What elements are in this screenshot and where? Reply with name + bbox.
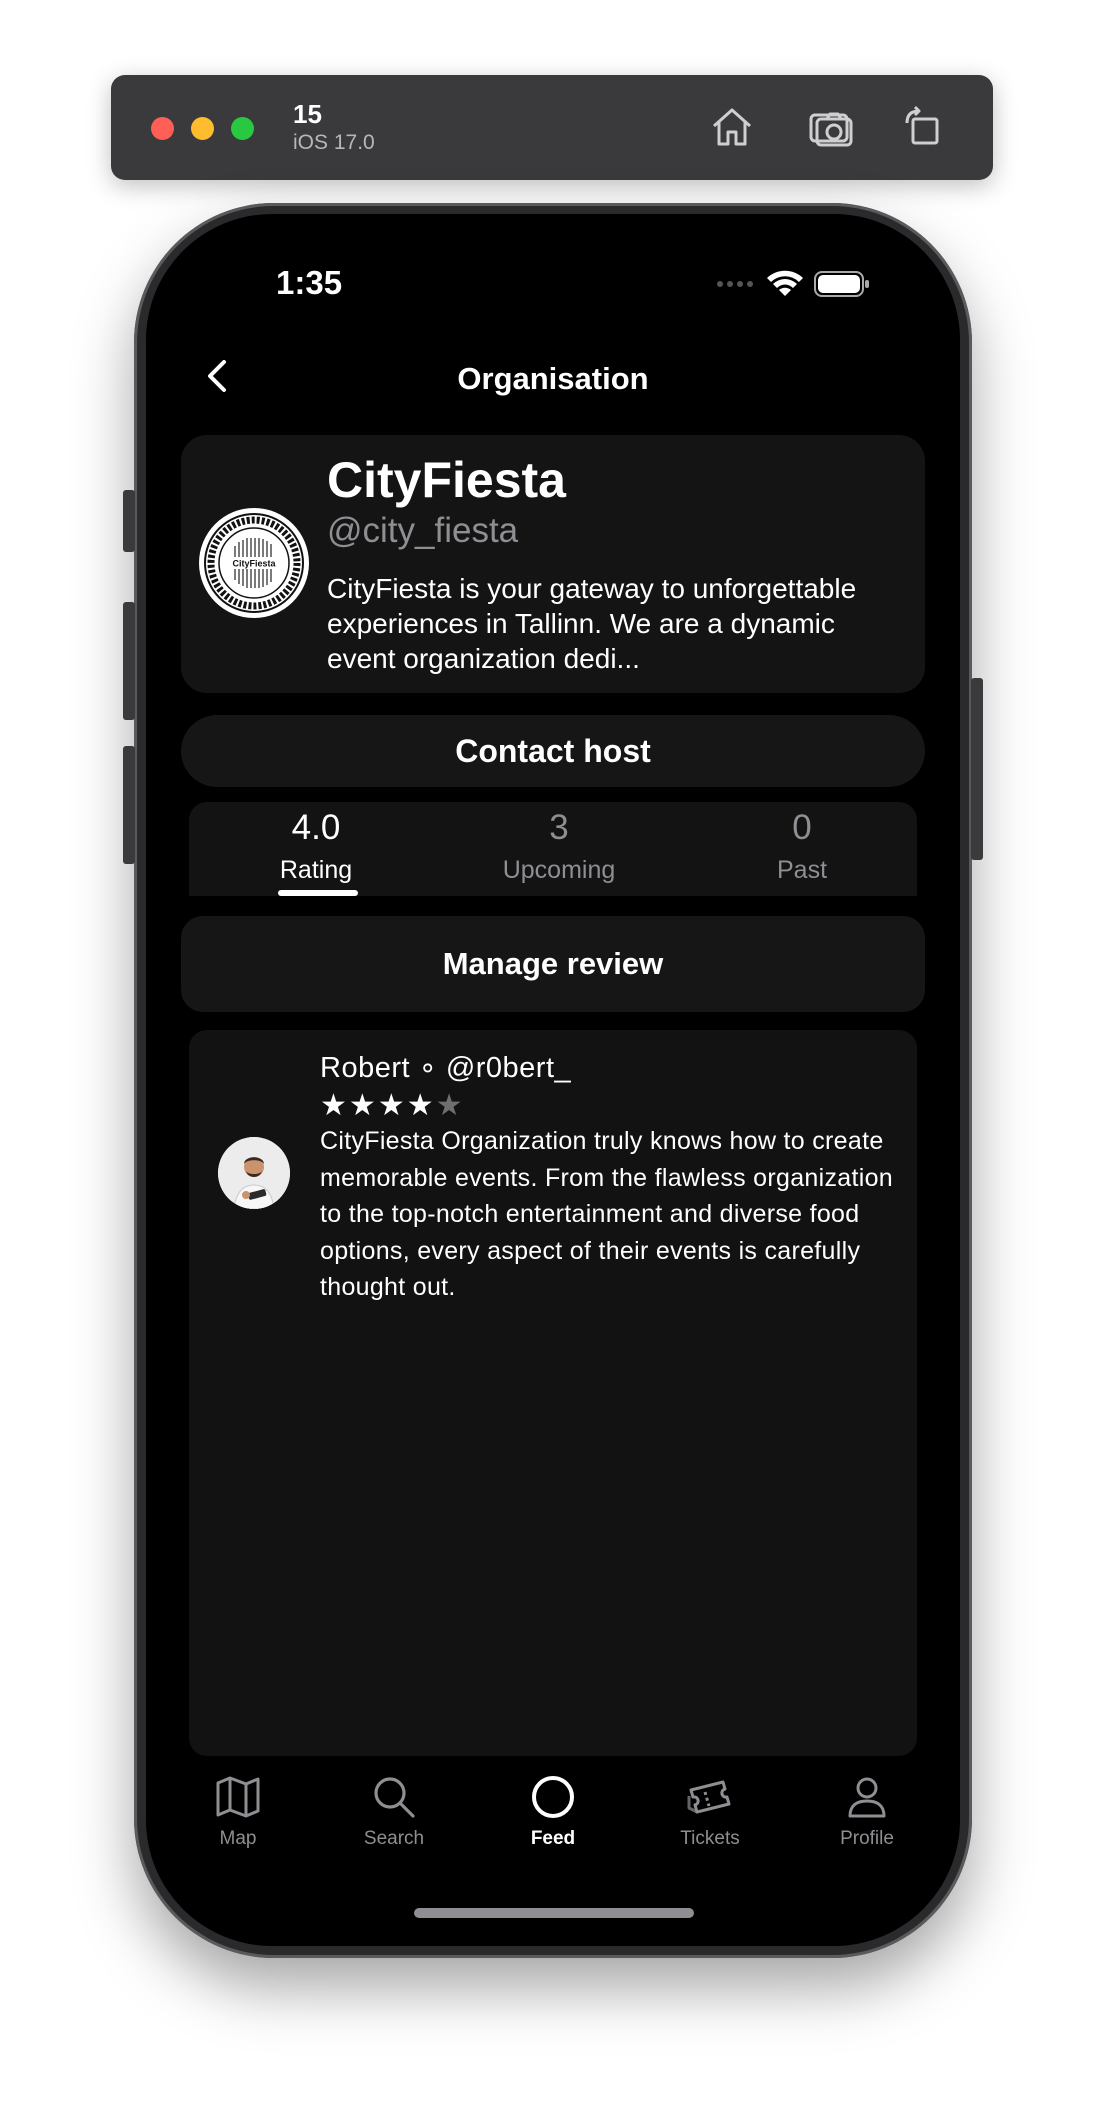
upcoming-count: 3: [549, 808, 569, 847]
separator-dot: ∘: [418, 1052, 438, 1084]
cellular-signal-icon: [717, 281, 753, 287]
organisation-description[interactable]: CityFiesta is your gateway to unforgetta…: [327, 571, 897, 676]
battery-icon: [814, 271, 869, 297]
star-filled-icon: ★: [320, 1089, 347, 1122]
reviews-list: Robert ∘ @r0bert_ ★ ★ ★ ★ ★ CityFiesta Organ…: [189, 1030, 917, 1756]
star-filled-icon: ★: [377, 1089, 405, 1122]
volume-up-button: [123, 602, 135, 720]
tab-bar-map[interactable]: Map: [178, 1772, 298, 1850]
contact-host-button[interactable]: Contact host: [181, 715, 925, 787]
tab-bar-profile[interactable]: Profile: [807, 1772, 927, 1850]
tab-bar-map-label: Map: [219, 1828, 257, 1849]
home-indicator[interactable]: [414, 1908, 694, 1918]
search-icon: [374, 1777, 415, 1818]
status-icons: [716, 270, 870, 298]
active-tab-indicator: [278, 890, 358, 896]
past-label: Past: [776, 856, 828, 884]
tab-upcoming[interactable]: 3 Upcoming: [459, 802, 659, 896]
reviewer-avatar[interactable]: [218, 1137, 290, 1209]
feed-icon: [532, 1776, 574, 1818]
zoom-window-button[interactable]: [231, 117, 254, 140]
star-filled-icon: ★: [348, 1089, 376, 1122]
tickets-icon: [687, 1780, 731, 1814]
rating-label: Rating: [279, 856, 353, 884]
manage-review-button[interactable]: Manage review: [181, 916, 925, 1012]
tab-bar-feed[interactable]: Feed: [493, 1772, 613, 1850]
screenshot-icon[interactable]: [805, 101, 857, 153]
organisation-logo-text: CityFiesta: [232, 559, 276, 569]
rotate-icon[interactable]: [897, 101, 949, 153]
rating-value: 4.0: [291, 808, 341, 847]
simulator-toolbar: 15 iOS 17.0: [111, 75, 993, 180]
review-rating-stars: ★ ★ ★ ★ ★: [320, 1091, 463, 1121]
phone-screen: 1:35 Organisation CityFiesta CityFiesta …: [146, 214, 960, 1946]
organisation-name: CityFiesta: [327, 452, 566, 508]
organisation-logo: CityFiesta: [199, 508, 309, 618]
review-text: CityFiesta Organization truly knows how …: [320, 1127, 893, 1301]
tab-rating[interactable]: 4.0 Rating: [216, 802, 416, 896]
home-icon[interactable]: [706, 101, 758, 153]
close-window-button[interactable]: [151, 117, 174, 140]
simulator-os-version: iOS 17.0: [293, 131, 375, 154]
review-header: Robert ∘ @r0bert_: [320, 1050, 571, 1085]
page-title: Organisation: [457, 361, 649, 396]
tab-bar-search[interactable]: Search: [334, 1772, 454, 1850]
power-button: [971, 678, 983, 860]
bottom-tab-bar: Map Search Feed Tickets Profile: [146, 1772, 960, 1882]
tab-bar-profile-label: Profile: [840, 1828, 894, 1849]
profile-icon: [848, 1777, 886, 1818]
reviewer-name[interactable]: Robert: [320, 1052, 410, 1084]
tab-bar-tickets[interactable]: Tickets: [650, 1772, 770, 1850]
silent-switch: [123, 490, 135, 552]
tab-bar-search-label: Search: [363, 1828, 425, 1849]
wifi-icon: [767, 270, 803, 296]
simulator-device-name: 15: [293, 99, 322, 129]
tab-bar-tickets-label: Tickets: [680, 1828, 740, 1849]
tab-past[interactable]: 0 Past: [702, 802, 902, 896]
reviewer-handle[interactable]: @r0bert_: [446, 1052, 571, 1084]
volume-down-button: [123, 746, 135, 864]
organisation-handle: @city_fiesta: [327, 511, 519, 550]
minimize-window-button[interactable]: [191, 117, 214, 140]
upcoming-label: Upcoming: [502, 856, 616, 884]
map-icon: [216, 1776, 260, 1818]
star-empty-icon: ★: [435, 1089, 463, 1122]
stats-tabs: 4.0 Rating 3 Upcoming 0 Past: [189, 802, 917, 896]
tab-bar-feed-label: Feed: [530, 1828, 576, 1849]
status-time: 1:35: [276, 264, 343, 301]
organisation-header-card: CityFiesta CityFiesta @city_fiesta CityF…: [181, 435, 925, 693]
past-count: 0: [792, 808, 812, 847]
star-filled-icon: ★: [406, 1089, 434, 1122]
